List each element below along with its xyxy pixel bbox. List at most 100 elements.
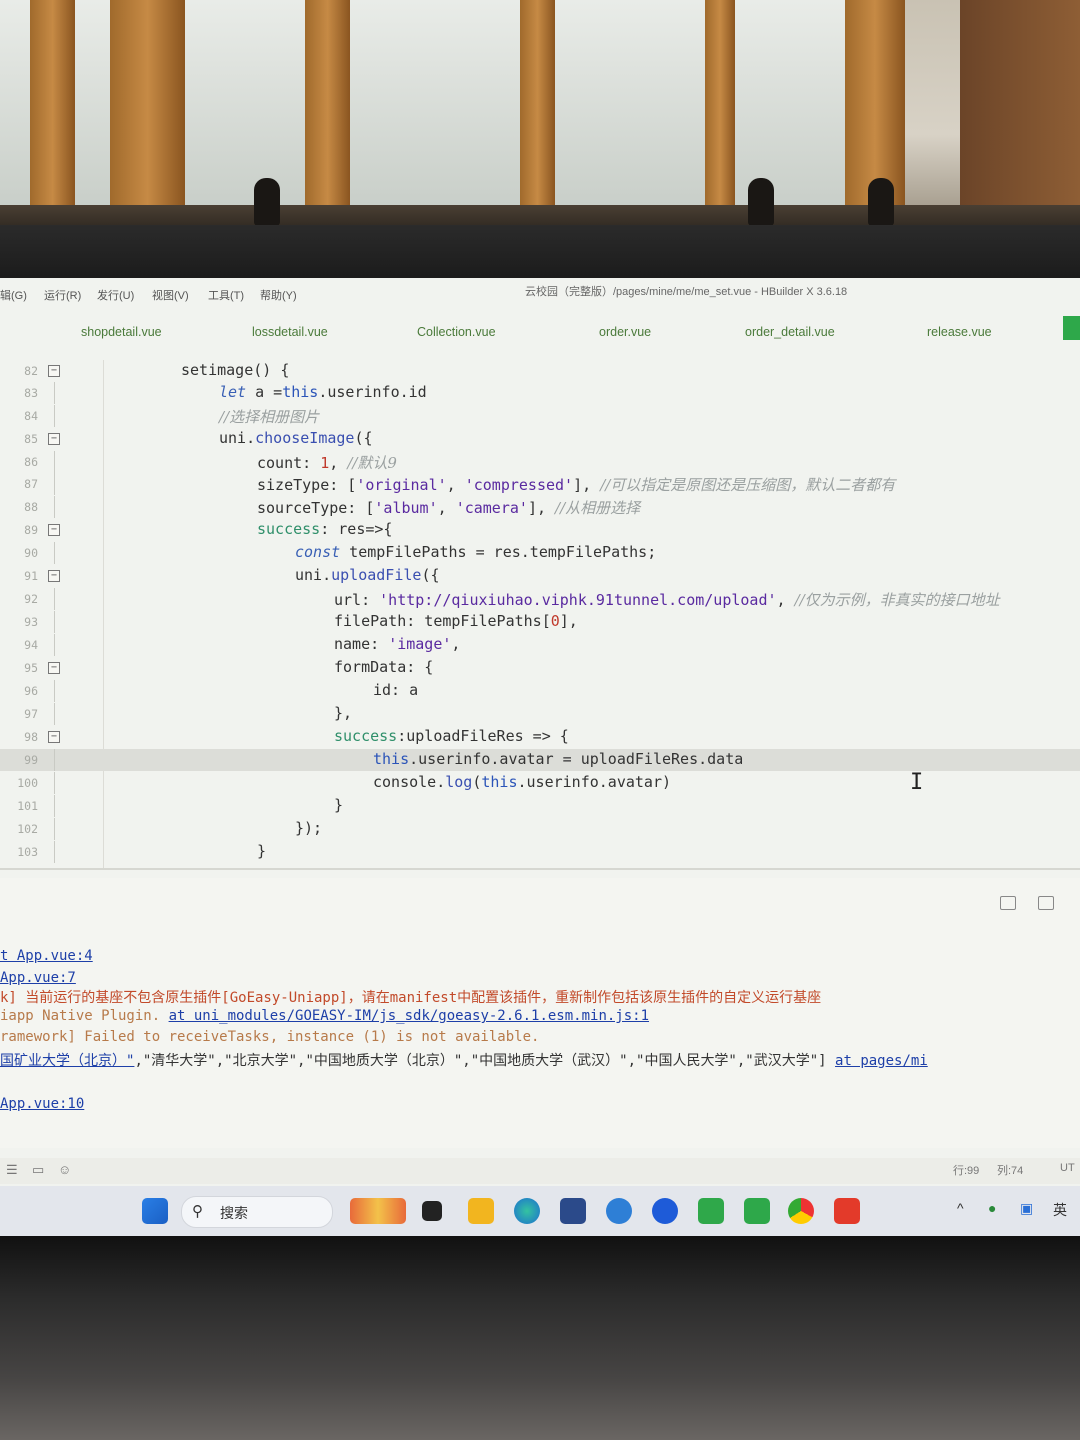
network-icon[interactable]: ▣ [1020,1200,1033,1217]
window-frame [520,0,555,215]
code-text: sizeType: ['original', 'compressed'], //… [257,474,895,495]
menu-item-help[interactable]: 帮助(Y) [260,287,297,303]
console-line: iapp Native Plugin. at uni_modules/GOEAS… [0,1008,649,1024]
editor-tab-bar: shopdetail.vue lossdetail.vue Collection… [0,316,1080,346]
console-link[interactable]: t App.vue:4 [0,948,93,964]
fold-guide [54,634,55,656]
menu-item[interactable]: 辑(G) [0,287,27,303]
code-line: 89 − success: res=>{ [0,519,1080,541]
number-literal: 1 [320,454,330,472]
code-text: sourceType: ['album', 'camera'], //从相册选择 [257,497,640,518]
line-number: 102 [17,822,38,836]
console-text: iapp Native Plugin. [0,1008,169,1024]
menu-item-publish[interactable]: 发行(U) [97,287,134,303]
line-number: 98 [24,730,38,744]
code-comment: //从相册选择 [555,499,641,517]
panel-divider[interactable] [0,868,1080,870]
cursor-column[interactable]: 列:74 [997,1162,1023,1178]
ie-icon[interactable] [606,1198,632,1224]
menu-item-tools[interactable]: 工具(T) [208,287,244,303]
chevron-up-icon[interactable]: ^ [957,1200,964,1216]
user-icon[interactable]: ☺ [58,1162,71,1177]
code-token: tempFilePaths = res.tempFilePaths; [340,543,657,561]
tab-release[interactable]: release.vue [927,325,992,339]
search-label: 搜索 [220,1205,248,1221]
clear-console-icon[interactable] [1000,896,1016,910]
code-line: 83 let a =this.userinfo.id [0,382,1080,404]
code-line: 85 − uni.chooseImage({ [0,428,1080,450]
tab-shopdetail[interactable]: shopdetail.vue [81,325,162,339]
console-link[interactable]: at pages/mi [835,1053,928,1069]
code-text: } [257,842,267,860]
console-link[interactable]: 国矿业大学（北京）" [0,1053,134,1069]
line-number: 95 [24,661,38,675]
code-line: 95 − formData: { [0,657,1080,679]
line-number: 93 [24,615,38,629]
keyword: success [334,727,398,745]
taskbar-search[interactable]: ⚲ 搜索 [181,1196,333,1228]
code-editor[interactable]: 82 − setimage() { 83 let a =this.userinf… [0,360,1080,868]
console-link[interactable]: at uni_modules/GOEASY-IM/js_sdk/goeasy-2… [169,1008,649,1024]
code-line: 87 sizeType: ['original', 'compressed'],… [0,473,1080,495]
code-text: this.userinfo.avatar = uploadFileRes.dat… [373,750,743,768]
panel-icon[interactable]: ▭ [32,1162,44,1178]
app-icon[interactable] [652,1198,678,1224]
code-line: 97 }, [0,703,1080,725]
line-number: 84 [24,409,38,423]
tab-overflow-marker[interactable] [1063,316,1080,340]
tab-order-detail[interactable]: order_detail.vue [745,325,835,339]
tab-collection[interactable]: Collection.vue [417,325,496,339]
code-text: name: 'image', [334,635,460,653]
code-token: .userinfo.avatar = uploadFileRes.data [409,750,744,768]
monitor-bezel-bottom [0,1236,1080,1440]
fold-toggle-icon[interactable]: − [48,365,60,377]
fold-toggle-icon[interactable]: − [48,433,60,445]
console-link[interactable]: App.vue:7 [0,970,76,986]
code-text: uni.chooseImage({ [219,429,373,447]
wechat-icon[interactable] [698,1198,724,1224]
fold-guide [54,749,55,771]
fold-toggle-icon[interactable]: − [48,570,60,582]
task-view-icon[interactable] [422,1201,442,1221]
code-token: sourceType: [ [257,499,375,517]
menu-item-run[interactable]: 运行(R) [44,287,81,303]
line-number: 97 [24,707,38,721]
code-token: ({ [354,429,373,447]
function-name: chooseImage [255,429,355,447]
console-panel[interactable]: t App.vue:4 App.vue:7 k] 当前运行的基座不包含原生插件[… [0,878,1080,1148]
code-token: count: [257,454,321,472]
code-text: setimage() { [181,361,290,379]
code-token: , [437,499,456,517]
console-settings-icon[interactable] [1038,896,1054,910]
file-encoding[interactable]: UT [1060,1162,1075,1174]
hbuilder-icon[interactable] [744,1198,770,1224]
tab-order[interactable]: order.vue [599,325,651,339]
fold-toggle-icon[interactable]: − [48,524,60,536]
file-explorer-icon[interactable] [468,1198,494,1224]
fold-toggle-icon[interactable]: − [48,731,60,743]
fold-guide [54,680,55,702]
search-highlight-icon[interactable] [350,1198,406,1224]
code-token: uni. [219,429,256,447]
store-icon[interactable] [560,1198,586,1224]
wps-icon[interactable] [834,1198,860,1224]
ornament [254,178,280,226]
windows-start-icon[interactable] [142,1198,168,1224]
console-link[interactable]: App.vue:10 [0,1096,84,1112]
code-text: }); [295,819,323,837]
string-literal: 'image' [388,635,452,653]
input-language[interactable]: 英 [1053,1200,1067,1220]
string-literal: 'album' [374,499,438,517]
menu-item-view[interactable]: 视图(V) [152,287,189,303]
code-text: uni.uploadFile({ [295,566,440,584]
edge-icon[interactable] [514,1198,540,1224]
code-token: , [329,454,348,472]
chrome-icon[interactable] [788,1198,814,1224]
tab-lossdetail[interactable]: lossdetail.vue [252,325,328,339]
fold-guide [54,473,55,495]
code-text: count: 1, //默认9 [257,452,397,473]
wechat-tray-icon[interactable]: ● [988,1200,996,1216]
cursor-row[interactable]: 行:99 [953,1162,979,1178]
list-icon[interactable]: ☰ [6,1162,18,1178]
fold-toggle-icon[interactable]: − [48,662,60,674]
